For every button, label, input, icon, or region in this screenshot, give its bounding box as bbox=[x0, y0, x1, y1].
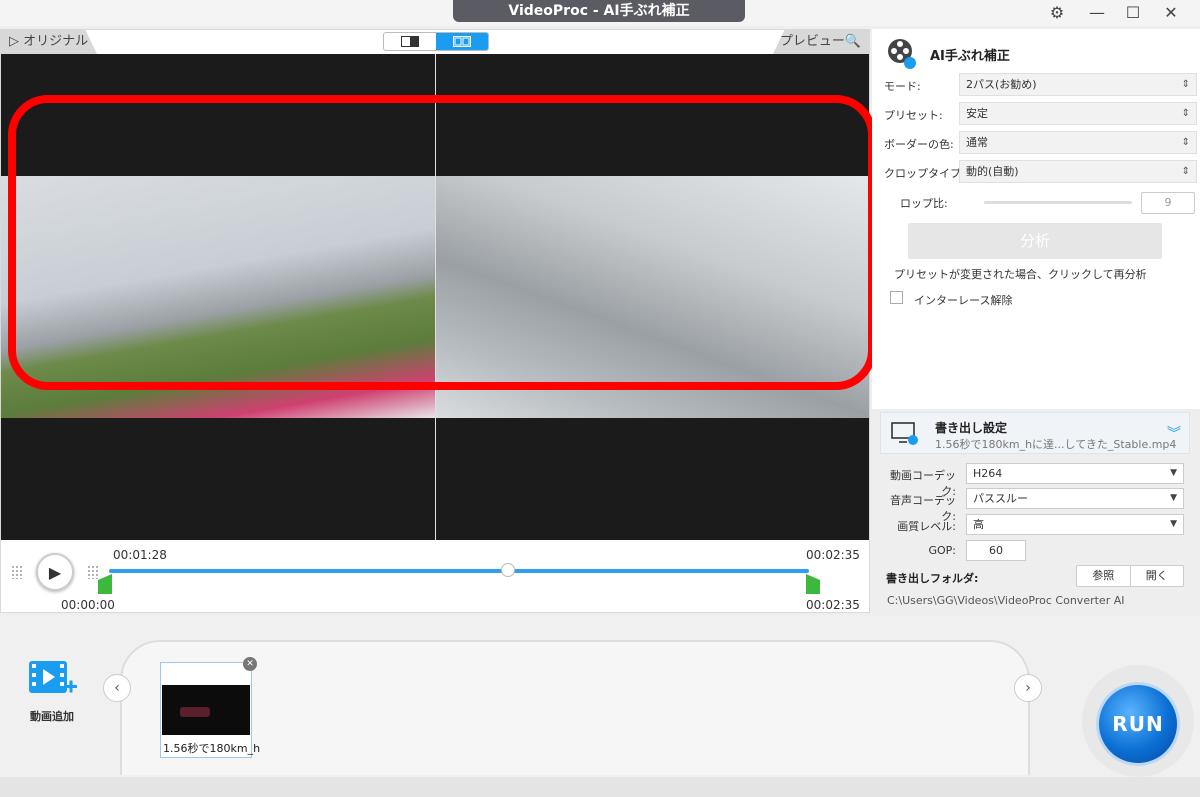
audio-codec-select[interactable]: パススルー ▼ bbox=[966, 488, 1184, 509]
clip-preview-image bbox=[162, 685, 250, 735]
dropdown-arrow-icon: ▼ bbox=[1170, 493, 1177, 503]
preset-select[interactable]: 安定 ⇕ bbox=[959, 102, 1197, 125]
output-folder-label: 書き出しフォルダ: bbox=[886, 572, 979, 585]
start-time: 00:00:00 bbox=[61, 598, 115, 612]
tab-preview[interactable]: プレビュー🔍 bbox=[773, 30, 869, 54]
border-color-select[interactable]: 通常 ⇕ bbox=[959, 131, 1197, 154]
split-view-button[interactable] bbox=[436, 33, 488, 50]
timeline-track[interactable] bbox=[109, 569, 809, 573]
crop-type-select[interactable]: 動的(自動) ⇕ bbox=[959, 160, 1197, 183]
window-title: VideoProc - AI手ぶれ補正 bbox=[453, 0, 745, 22]
preset-value: 安定 bbox=[966, 107, 988, 120]
border-color-value: 通常 bbox=[966, 136, 988, 149]
red-highlight-box bbox=[8, 95, 876, 390]
timeline-playhead[interactable] bbox=[501, 563, 515, 577]
gop-label: GOP: bbox=[928, 544, 956, 557]
mode-row: モード: 2パス(お勧め) ⇕ bbox=[884, 73, 1197, 97]
single-view-icon bbox=[401, 36, 419, 47]
maximize-icon[interactable]: ☐ bbox=[1120, 3, 1146, 23]
scroll-left-button[interactable]: ‹ bbox=[103, 674, 131, 702]
dropdown-arrow-icon: ▼ bbox=[1170, 519, 1177, 529]
updown-icon: ⇕ bbox=[1181, 108, 1190, 119]
split-view-icon bbox=[453, 36, 471, 47]
mode-label: モード: bbox=[884, 80, 921, 93]
export-filename: 1.56秒で180km_hに達...してきた_Stable.mp4 bbox=[935, 438, 1177, 451]
media-strip: 動画追加 ‹ 1.56秒で180km_h ✕ › bbox=[0, 615, 1200, 797]
analyze-button[interactable]: 分析 bbox=[908, 223, 1162, 259]
panel-title: AI手ぶれ補正 bbox=[930, 49, 1010, 64]
end-time-bottom: 00:02:35 bbox=[806, 598, 860, 612]
single-view-button[interactable] bbox=[384, 33, 436, 50]
preset-label: プリセット: bbox=[884, 109, 943, 122]
preview-header: ▷ オリジナル プレビュー🔍 bbox=[1, 30, 869, 54]
playback-controls: ▶ 00:01:28 00:02:35 00:00:00 00:02:35 bbox=[1, 540, 869, 612]
trim-end-marker[interactable] bbox=[806, 574, 820, 594]
mode-select[interactable]: 2パス(お勧め) ⇕ bbox=[959, 73, 1197, 96]
reanalyze-note: プリセットが変更された場合、クリックして再分析 bbox=[894, 268, 1147, 281]
clip-thumbnail[interactable]: 1.56秒で180km_h ✕ bbox=[160, 657, 260, 758]
updown-icon: ⇕ bbox=[1181, 79, 1190, 90]
crop-ratio-input[interactable]: 9 bbox=[1141, 192, 1195, 214]
chevron-left-icon: ‹ bbox=[114, 680, 120, 696]
browse-button[interactable]: 参照 bbox=[1077, 566, 1131, 586]
film-reel-icon bbox=[888, 39, 916, 69]
play-button[interactable]: ▶ bbox=[36, 553, 74, 591]
settings-icon[interactable]: ⚙ bbox=[1044, 3, 1070, 23]
end-time-top: 00:02:35 bbox=[806, 548, 860, 562]
crop-type-value: 動的(自動) bbox=[966, 165, 1019, 178]
crop-ratio-row: ロップ比: 9 bbox=[884, 190, 1195, 214]
deinterlace-label: インターレース解除 bbox=[914, 294, 1013, 307]
chevron-right-icon: › bbox=[1025, 680, 1031, 696]
close-icon[interactable]: ✕ bbox=[243, 657, 257, 671]
preset-row: プリセット: 安定 ⇕ bbox=[884, 102, 1197, 126]
folder-buttons: 参照 開く bbox=[1076, 565, 1184, 587]
export-settings-header[interactable]: 書き出し設定 1.56秒で180km_hに達...してきた_Stable.mp4… bbox=[880, 412, 1190, 454]
mode-value: 2パス(お勧め) bbox=[966, 78, 1037, 91]
output-folder-path: C:\Users\GG\Videos\VideoProc Converter A… bbox=[887, 594, 1125, 607]
tab-original[interactable]: ▷ オリジナル bbox=[1, 30, 97, 54]
quality-select[interactable]: 高 ▼ bbox=[966, 514, 1184, 535]
stabilize-panel: AI手ぶれ補正 モード: 2パス(お勧め) ⇕ プリセット: 安定 ⇕ ボーダーの色… bbox=[872, 29, 1200, 409]
border-color-row: ボーダーの色: 通常 ⇕ bbox=[884, 131, 1197, 155]
add-video-icon bbox=[29, 661, 77, 693]
quality-label: 画質レベル: bbox=[897, 520, 956, 533]
video-codec-value: H264 bbox=[973, 467, 1003, 480]
gop-row: GOP: 60 bbox=[876, 540, 1192, 562]
border-color-label: ボーダーの色: bbox=[884, 138, 954, 151]
gop-input[interactable]: 60 bbox=[966, 540, 1026, 561]
crop-type-row: クロップタイプ: 動的(自動) ⇕ bbox=[884, 160, 1197, 184]
title-bar: VideoProc - AI手ぶれ補正 ⚙ — ☐ ✕ bbox=[0, 0, 1200, 26]
current-time: 00:01:28 bbox=[113, 548, 167, 562]
close-icon[interactable]: ✕ bbox=[1158, 3, 1184, 23]
status-bar bbox=[0, 777, 1200, 797]
open-folder-button[interactable]: 開く bbox=[1131, 566, 1184, 586]
export-title: 書き出し設定 bbox=[935, 421, 1008, 435]
audio-codec-row: 音声コーデック: パススルー ▼ bbox=[876, 488, 1192, 523]
play-icon: ▶ bbox=[48, 562, 62, 582]
add-video-label: 動画追加 bbox=[30, 710, 74, 723]
view-mode-toggle[interactable] bbox=[383, 32, 489, 51]
add-video-button[interactable]: 動画追加 bbox=[22, 657, 82, 724]
video-codec-row: 動画コーデック: H264 ▼ bbox=[876, 463, 1192, 498]
crop-type-label: クロップタイプ: bbox=[884, 167, 965, 180]
run-button[interactable]: RUN bbox=[1096, 682, 1180, 766]
scroll-right-button[interactable]: › bbox=[1014, 674, 1042, 702]
grip-handle-right[interactable] bbox=[87, 565, 99, 579]
updown-icon: ⇕ bbox=[1181, 137, 1190, 148]
dropdown-arrow-icon: ▼ bbox=[1170, 468, 1177, 478]
updown-icon: ⇕ bbox=[1181, 166, 1190, 177]
minimize-icon[interactable]: — bbox=[1084, 3, 1110, 23]
clip-name: 1.56秒で180km_h bbox=[163, 742, 261, 755]
audio-codec-value: パススルー bbox=[973, 492, 1028, 505]
trim-start-marker[interactable] bbox=[98, 574, 112, 594]
quality-value: 高 bbox=[973, 518, 984, 531]
chevron-down-icon[interactable]: ︾ bbox=[1167, 423, 1181, 443]
quality-row: 画質レベル: 高 ▼ bbox=[876, 514, 1192, 536]
export-monitor-icon bbox=[891, 422, 918, 445]
deinterlace-checkbox[interactable] bbox=[890, 291, 903, 304]
video-codec-select[interactable]: H264 ▼ bbox=[966, 463, 1184, 484]
grip-handle-left[interactable] bbox=[11, 565, 23, 579]
crop-ratio-label: ロップ比: bbox=[900, 197, 948, 210]
crop-ratio-slider[interactable] bbox=[984, 201, 1132, 204]
